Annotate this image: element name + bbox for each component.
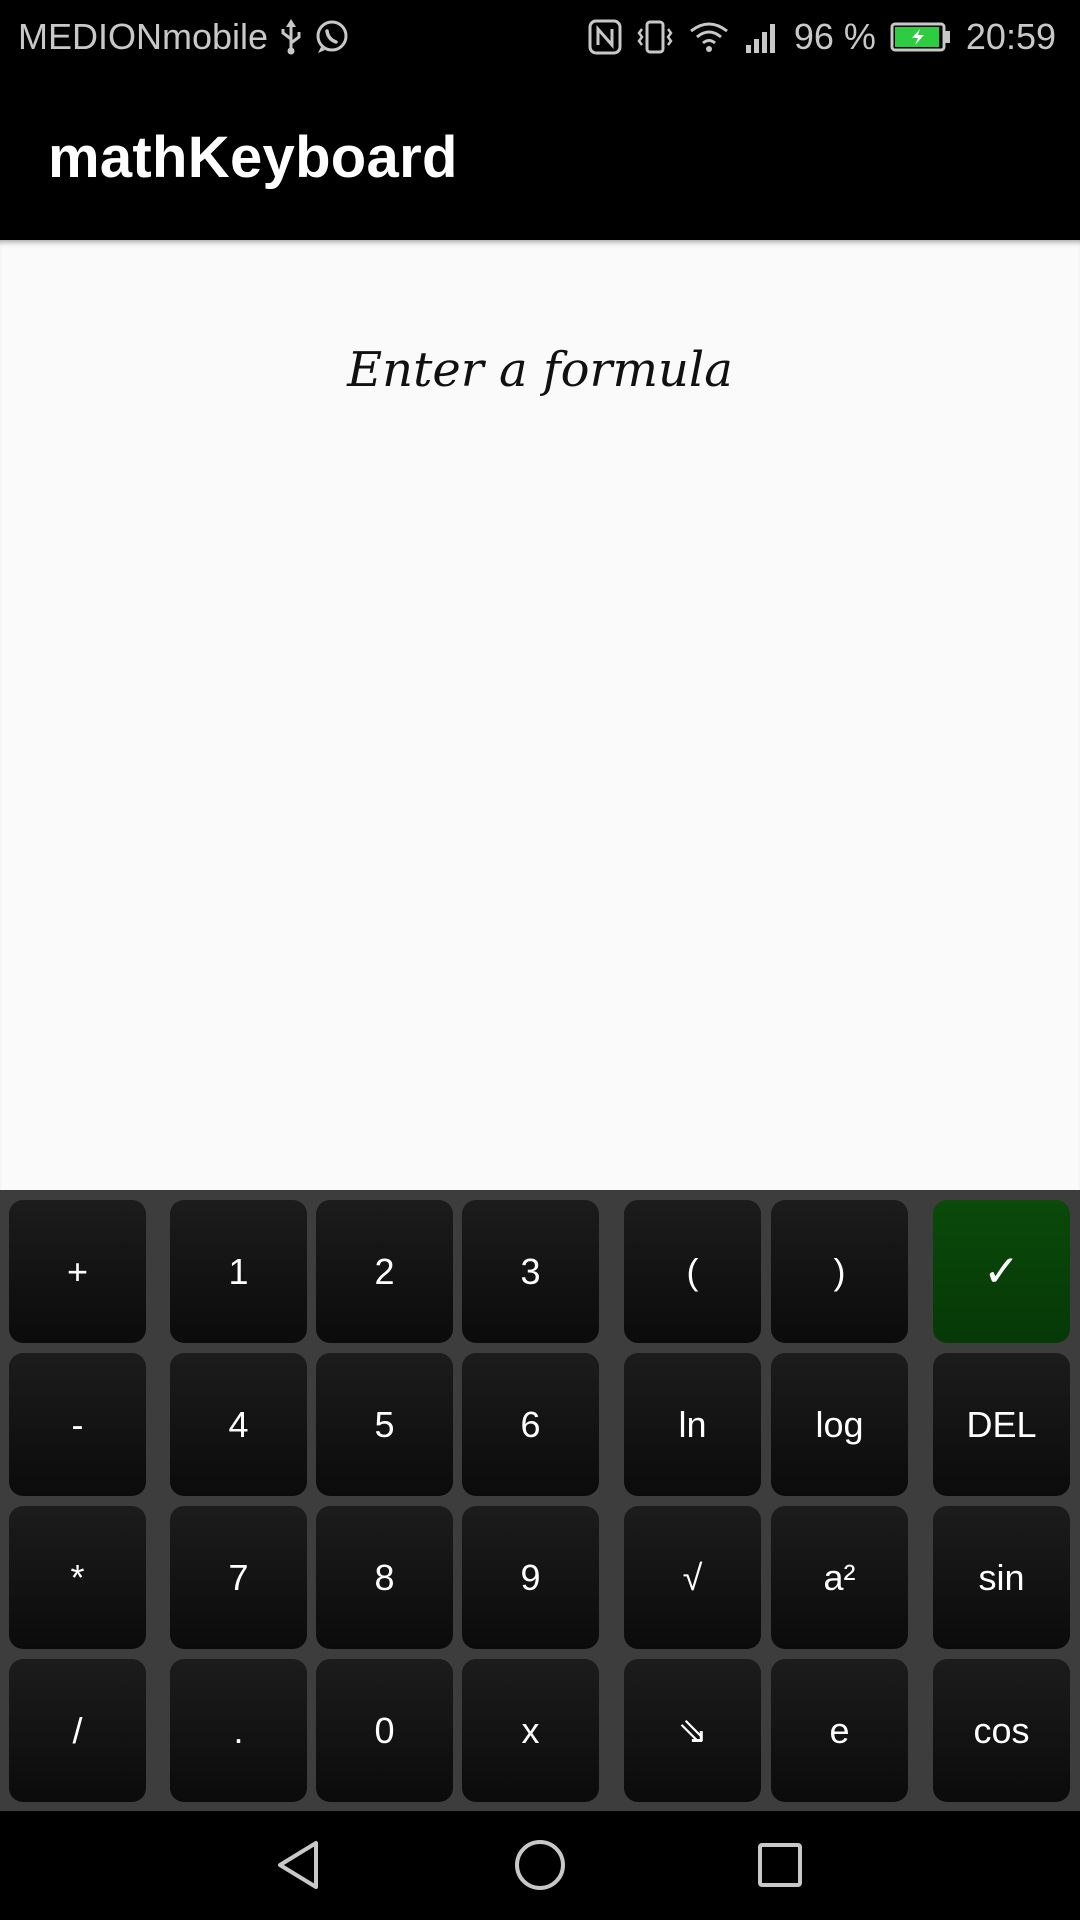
key-square-root[interactable]: √ bbox=[624, 1506, 761, 1649]
app-title: mathKeyboard bbox=[48, 125, 458, 190]
battery-icon bbox=[890, 21, 952, 53]
key-digit-6[interactable]: 6 bbox=[462, 1353, 599, 1496]
key-euler[interactable]: e bbox=[771, 1659, 908, 1802]
app-bar: mathKeyboard bbox=[0, 74, 1080, 240]
key-digit-9[interactable]: 9 bbox=[462, 1506, 599, 1649]
key-label: ( bbox=[686, 1250, 699, 1292]
status-right: 96 % 20:59 bbox=[588, 16, 1056, 58]
status-left: MEDIONmobile bbox=[18, 16, 350, 58]
back-icon[interactable] bbox=[260, 1829, 340, 1901]
key-sin[interactable]: sin bbox=[933, 1506, 1070, 1649]
key-label: . bbox=[233, 1709, 244, 1751]
key-multiply[interactable]: * bbox=[9, 1506, 146, 1649]
vibrate-icon bbox=[636, 19, 674, 55]
key-label: / bbox=[72, 1709, 83, 1751]
carrier-name: MEDIONmobile bbox=[18, 16, 269, 57]
key-plus[interactable]: + bbox=[9, 1200, 146, 1343]
key-label: DEL bbox=[966, 1403, 1037, 1445]
nfc-icon bbox=[588, 19, 622, 55]
key-exit-exponent[interactable]: ⇘ bbox=[624, 1659, 761, 1802]
key-digit-5[interactable]: 5 bbox=[316, 1353, 453, 1496]
key-decimal-point[interactable]: . bbox=[170, 1659, 307, 1802]
key-label: 4 bbox=[228, 1403, 249, 1445]
key-label: √ bbox=[682, 1556, 703, 1598]
key-label: 2 bbox=[374, 1250, 395, 1292]
usb-icon bbox=[278, 19, 304, 55]
formula-area[interactable]: Enter a formula bbox=[0, 240, 1080, 1190]
key-label: ) bbox=[833, 1250, 846, 1292]
key-confirm[interactable]: ✓ bbox=[933, 1200, 1070, 1343]
wifi-icon bbox=[688, 19, 730, 55]
formula-placeholder[interactable]: Enter a formula bbox=[0, 342, 1080, 398]
recents-icon[interactable] bbox=[740, 1829, 820, 1901]
navigation-bar bbox=[0, 1811, 1080, 1920]
whatsapp-icon bbox=[314, 19, 350, 55]
math-keyboard: +1 2 3 () ✓ - 4 5 6 ln log DEL * 7 8 9 √ a² sin /. 0 x ⇘ e cos bbox=[0, 1190, 1080, 1811]
signal-icon bbox=[744, 19, 780, 55]
key-label: 6 bbox=[520, 1403, 541, 1445]
key-label: - bbox=[71, 1403, 84, 1445]
key-digit-8[interactable]: 8 bbox=[316, 1506, 453, 1649]
key-label: ln bbox=[678, 1403, 707, 1445]
key-log[interactable]: log bbox=[771, 1353, 908, 1496]
key-digit-0[interactable]: 0 bbox=[316, 1659, 453, 1802]
key-divide[interactable]: / bbox=[9, 1659, 146, 1802]
key-label: 9 bbox=[520, 1556, 541, 1598]
key-label: * bbox=[70, 1556, 85, 1598]
battery-percent: 96 % bbox=[793, 16, 876, 57]
key-label: ⇘ bbox=[677, 1709, 708, 1751]
status-bar: MEDIONmobile 96 % 20:59 bbox=[0, 0, 1080, 74]
key-delete[interactable]: DEL bbox=[933, 1353, 1070, 1496]
key-label: cos bbox=[973, 1709, 1030, 1751]
key-label: 3 bbox=[520, 1250, 541, 1292]
key-label: 0 bbox=[374, 1709, 395, 1751]
key-minus[interactable]: - bbox=[9, 1353, 146, 1496]
key-digit-2[interactable]: 2 bbox=[316, 1200, 453, 1343]
key-square[interactable]: a² bbox=[771, 1506, 908, 1649]
home-icon[interactable] bbox=[500, 1829, 580, 1901]
key-digit-1[interactable]: 1 bbox=[170, 1200, 307, 1343]
key-label: 1 bbox=[228, 1250, 249, 1292]
key-label: 7 bbox=[228, 1556, 249, 1598]
key-label: 8 bbox=[374, 1556, 395, 1598]
key-label: log bbox=[815, 1403, 864, 1445]
key-label: ✓ bbox=[983, 1247, 1020, 1296]
key-open-paren[interactable]: ( bbox=[624, 1200, 761, 1343]
key-label: 5 bbox=[374, 1403, 395, 1445]
key-digit-7[interactable]: 7 bbox=[170, 1506, 307, 1649]
key-cos[interactable]: cos bbox=[933, 1659, 1070, 1802]
key-label: sin bbox=[978, 1556, 1025, 1598]
key-digit-3[interactable]: 3 bbox=[462, 1200, 599, 1343]
key-label: e bbox=[829, 1709, 850, 1751]
screen: MEDIONmobile 96 % 20:59 mathKeyboard Ent… bbox=[0, 0, 1080, 1920]
key-digit-4[interactable]: 4 bbox=[170, 1353, 307, 1496]
key-variable-x[interactable]: x bbox=[462, 1659, 599, 1802]
key-close-paren[interactable]: ) bbox=[771, 1200, 908, 1343]
clock: 20:59 bbox=[965, 16, 1056, 57]
key-label: + bbox=[66, 1250, 89, 1292]
key-label: a² bbox=[823, 1556, 856, 1598]
key-ln[interactable]: ln bbox=[624, 1353, 761, 1496]
key-label: x bbox=[521, 1709, 540, 1751]
